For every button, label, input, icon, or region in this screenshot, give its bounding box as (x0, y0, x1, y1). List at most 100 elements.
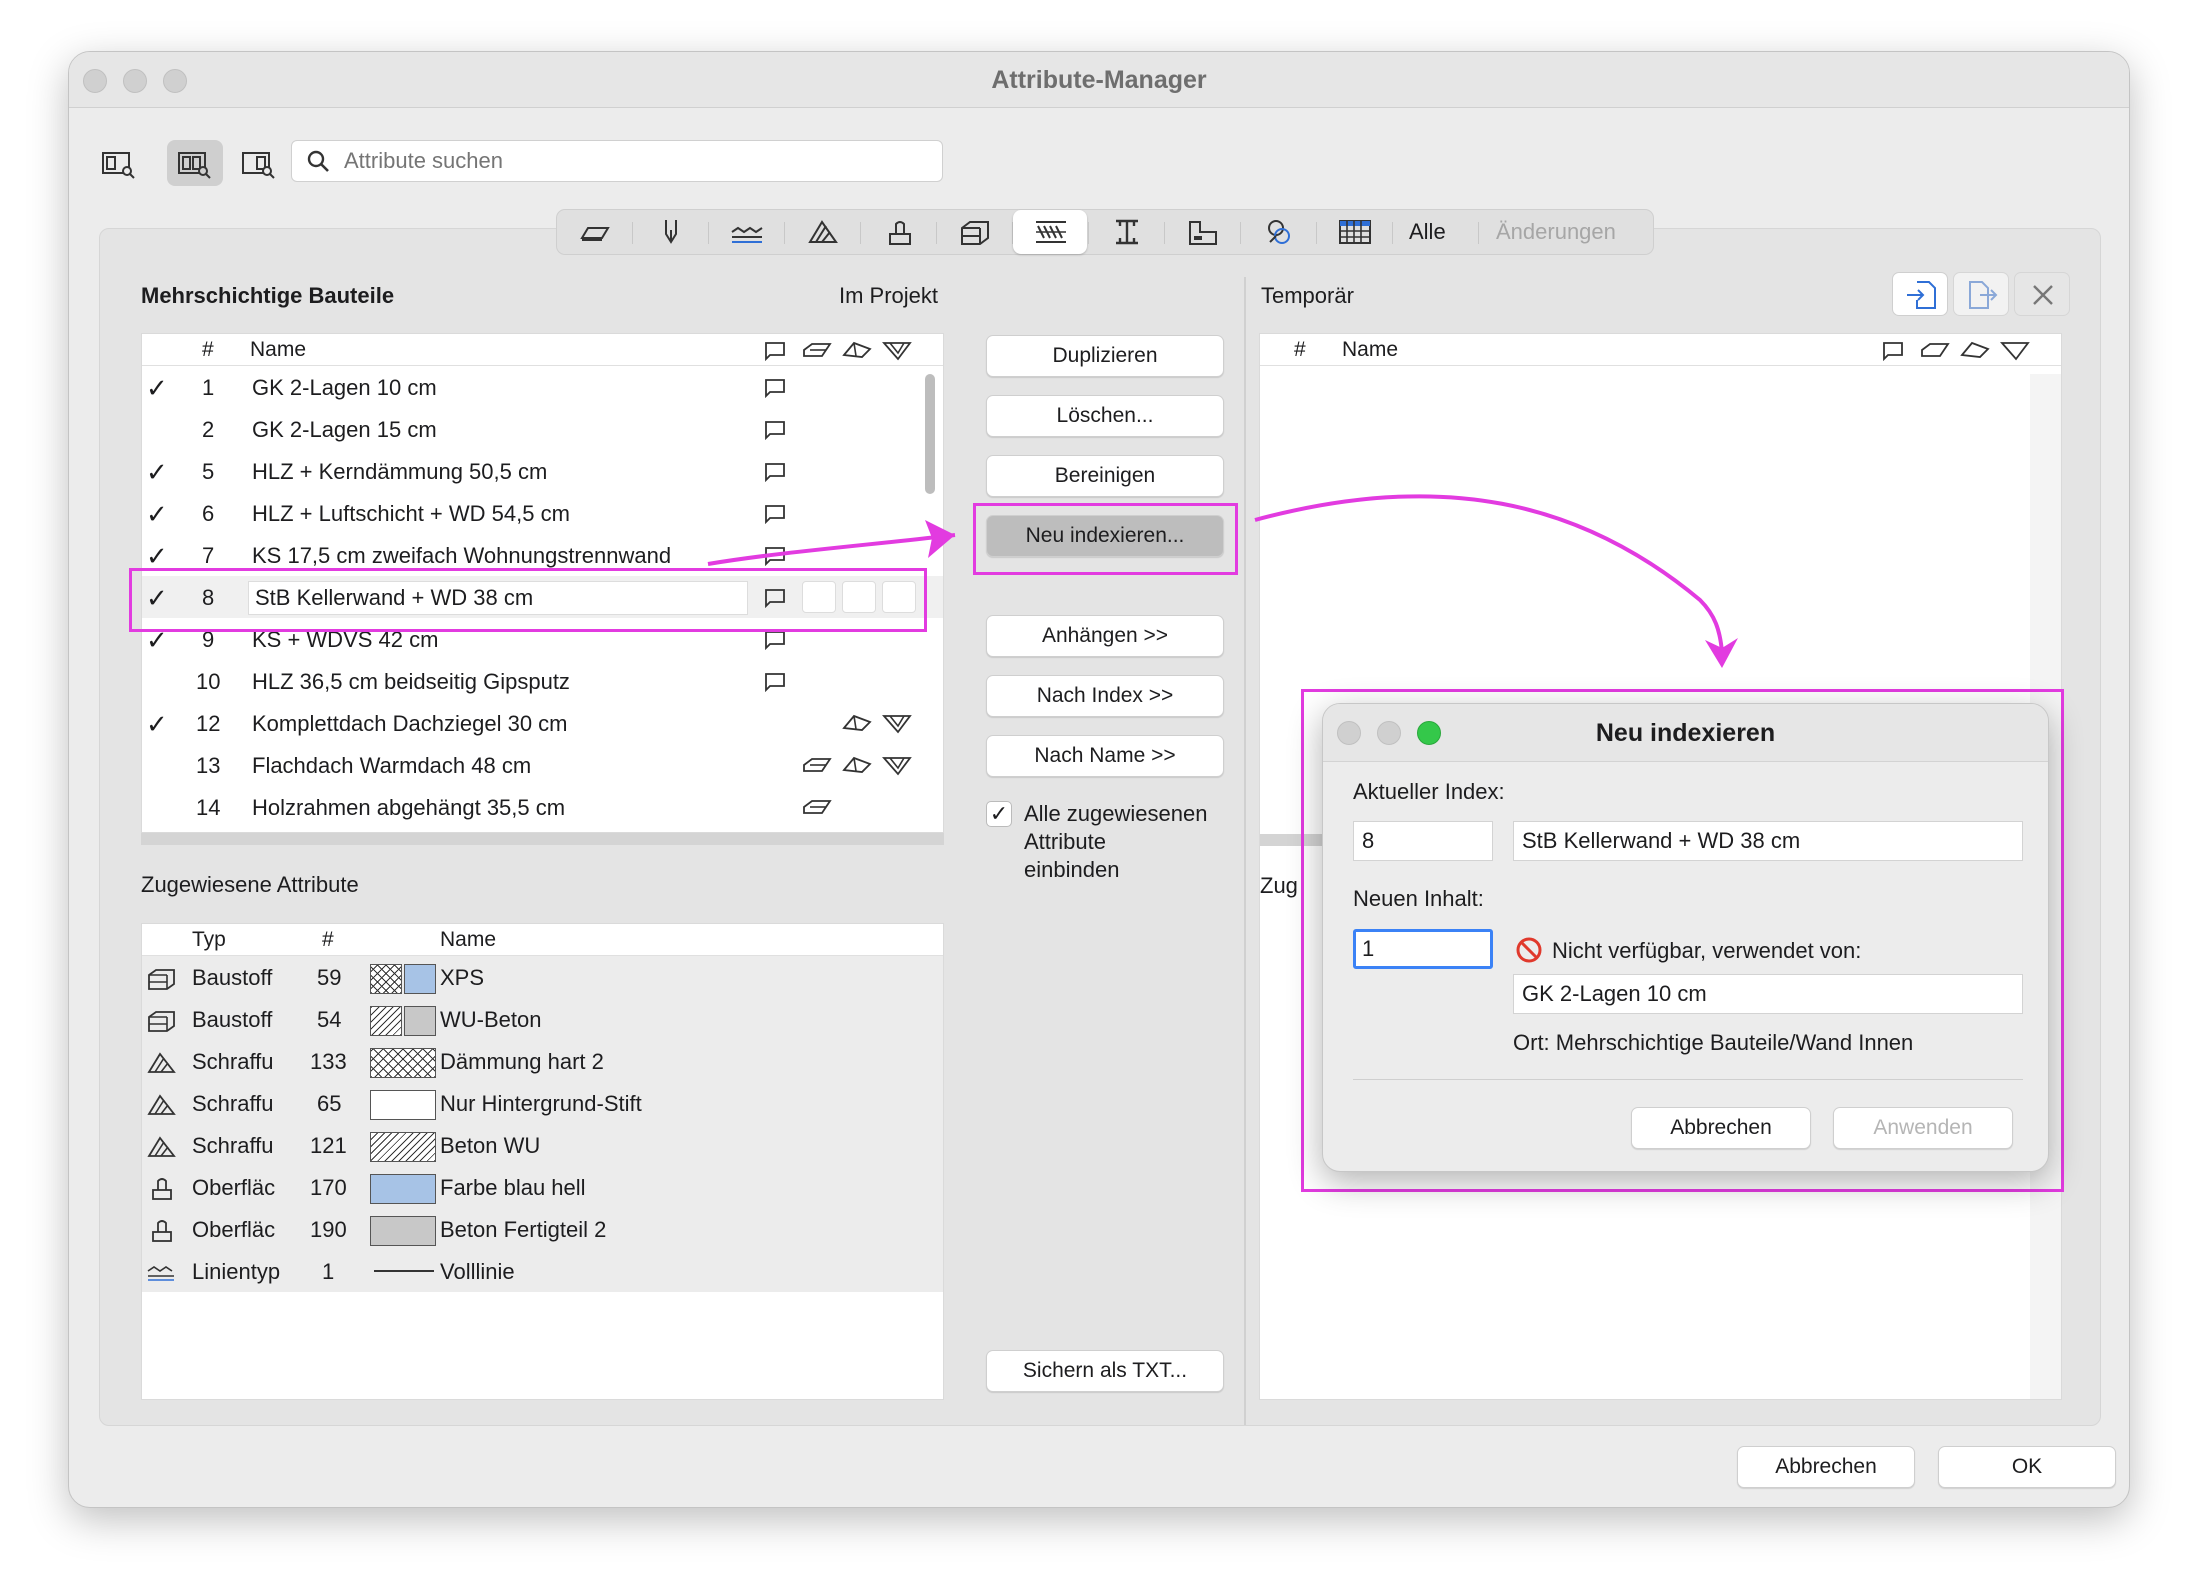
table-row[interactable]: ✓ 5 HLZ + Kerndämmung 50,5 cm (142, 450, 943, 492)
assigned-row[interactable]: Oberfläc 170 Farbe blau hell (142, 1166, 943, 1208)
type-grid[interactable] (1317, 210, 1391, 254)
dialog-cancel-button[interactable]: Abbrechen (1631, 1107, 1811, 1149)
ok-button[interactable]: OK (1938, 1446, 2116, 1488)
panel-divider (1244, 277, 1246, 1425)
attr-name: Farbe blau hell (440, 1175, 586, 1200)
col-name[interactable]: Name (250, 338, 306, 362)
delete-button[interactable]: Löschen... (986, 395, 1224, 437)
not-available-warning: Nicht verfügbar, verwendet von: (1552, 938, 1862, 963)
zone-icon (1189, 221, 1217, 245)
type-building-material[interactable] (937, 210, 1011, 254)
splitter[interactable] (141, 833, 944, 845)
assigned-row[interactable]: Schraffu 121 Beton WU (142, 1124, 943, 1166)
view-left-button[interactable] (91, 140, 147, 186)
current-index-label: Aktueller Index: (1353, 779, 1505, 804)
import-button[interactable] (1892, 272, 1948, 316)
color-swatch (370, 1216, 436, 1246)
assigned-list-header: Typ # Name (142, 924, 943, 956)
export-icon (1969, 281, 1998, 309)
table-row[interactable]: ✓ 12 Komplettdach Dachziegel 30 cm (142, 702, 943, 744)
assigned-row[interactable]: Baustoff 54 WU-Beton (142, 998, 943, 1040)
dialog-title: Neu indexieren (1595, 719, 1776, 747)
linetype-icon (731, 226, 763, 243)
fill-preview (370, 1048, 436, 1078)
table-row[interactable]: ✓ 1 GK 2-Lagen 10 cm (142, 366, 943, 408)
type-mep[interactable] (1241, 210, 1315, 254)
table-row[interactable]: 13 Flachdach Warmdach 48 cm (142, 744, 943, 786)
type-linetype[interactable] (709, 210, 783, 254)
attr-type: Schraffu (192, 1049, 274, 1074)
left-panel-location[interactable]: Im Projekt (839, 283, 938, 309)
table-row[interactable]: 14 Holzrahmen abgehängt 35,5 cm (142, 786, 943, 828)
save-txt-button[interactable]: Sichern als TXT... (986, 1350, 1224, 1392)
attr-name: Nur Hintergrund-Stift (440, 1091, 642, 1116)
view-both-button[interactable] (167, 140, 223, 186)
include-assigned-checkbox[interactable]: ✓ (986, 801, 1012, 827)
composite-icon (1036, 221, 1066, 243)
assigned-row[interactable]: Schraffu 65 Nur Hintergrund-Stift (142, 1082, 943, 1124)
fill-preview (370, 1132, 436, 1162)
fill-icon (808, 220, 838, 243)
col-name[interactable]: Name (1342, 338, 1398, 362)
col-type[interactable]: Typ (192, 928, 226, 952)
table-row[interactable]: 2 GK 2-Lagen 15 cm (142, 408, 943, 450)
attr-num: 190 (310, 1217, 347, 1242)
type-changes[interactable]: Änderungen (1496, 219, 1616, 245)
row-name: GK 2-Lagen 10 cm (252, 375, 437, 400)
roof-icon (1960, 341, 1990, 358)
right-panel-title: Temporär (1261, 283, 1354, 308)
type-surface[interactable] (861, 210, 935, 254)
duplicate-button[interactable]: Duplizieren (986, 335, 1224, 377)
col-num[interactable]: # (202, 338, 214, 362)
assigned-row[interactable]: Linientyp 1 Volllinie (142, 1250, 943, 1292)
cancel-button[interactable]: Abbrechen (1737, 1446, 1915, 1488)
type-composite[interactable] (1013, 210, 1087, 254)
assigned-row[interactable]: Baustoff 59 XPS (142, 956, 943, 998)
attr-type: Baustoff (192, 965, 273, 990)
table-row[interactable]: 10 HLZ 36,5 cm beidseitig Gipsputz (142, 660, 943, 702)
fill-icon (147, 1052, 176, 1073)
row-num: 12 (196, 711, 221, 736)
dialog-apply-button[interactable]: Anwenden (1833, 1107, 2013, 1149)
purge-button[interactable]: Bereinigen (986, 455, 1224, 497)
wall-icon (765, 505, 785, 524)
row-num: 2 (202, 417, 215, 442)
row-num: 7 (202, 543, 215, 568)
type-profile[interactable] (1089, 210, 1163, 254)
surface-icon (889, 221, 911, 245)
assigned-list[interactable]: Typ # Name Baustoff 59 XPS Baustoff 54 WU-Bet… (141, 923, 944, 1400)
window-title: Attribute-Manager (991, 66, 1207, 94)
assigned-row[interactable]: Schraffu 133 Dämmung hart 2 (142, 1040, 943, 1082)
append-button[interactable]: Anhängen >> (986, 615, 1224, 657)
attr-name: XPS (440, 965, 485, 990)
by-name-button[interactable]: Nach Name >> (986, 735, 1224, 777)
include-label-line-3: einbinden (1024, 857, 1120, 882)
col-num[interactable]: # (322, 928, 334, 952)
col-num[interactable]: # (1294, 338, 1306, 362)
type-layer[interactable] (557, 210, 631, 254)
type-all[interactable]: Alle (1409, 219, 1446, 245)
table-row[interactable]: ✓ 6 HLZ + Luftschicht + WD 54,5 cm (142, 492, 943, 534)
col-name[interactable]: Name (440, 928, 496, 952)
view-right-button[interactable] (231, 140, 287, 186)
assigned-row[interactable]: Oberfläc 190 Beton Fertigteil 2 (142, 1208, 943, 1250)
color-swatch (404, 964, 436, 994)
search-field[interactable] (291, 140, 943, 182)
composite-list-scrollbar[interactable] (925, 374, 935, 494)
row-name: GK 2-Lagen 15 cm (252, 417, 437, 442)
title-bar: Attribute-Manager (69, 52, 2129, 108)
type-fill[interactable] (785, 210, 859, 254)
type-pen[interactable] (633, 210, 707, 254)
attr-num: 1 (322, 1259, 335, 1284)
dialog-title-bar: Neu indexieren (1323, 704, 2048, 762)
search-input[interactable] (344, 147, 924, 175)
by-index-button[interactable]: Nach Index >> (986, 675, 1224, 717)
used-checkmark: ✓ (146, 499, 168, 529)
export-button[interactable] (1953, 272, 2009, 316)
attr-type: Oberfläc (192, 1175, 276, 1200)
type-zone[interactable] (1165, 210, 1239, 254)
new-index-input[interactable]: 1 (1353, 929, 1493, 969)
close-temp-button[interactable] (2014, 272, 2070, 316)
row-num: 10 (196, 669, 221, 694)
reindex-dialog: Neu indexieren Aktueller Index: 8 StB Ke… (1322, 703, 2049, 1172)
